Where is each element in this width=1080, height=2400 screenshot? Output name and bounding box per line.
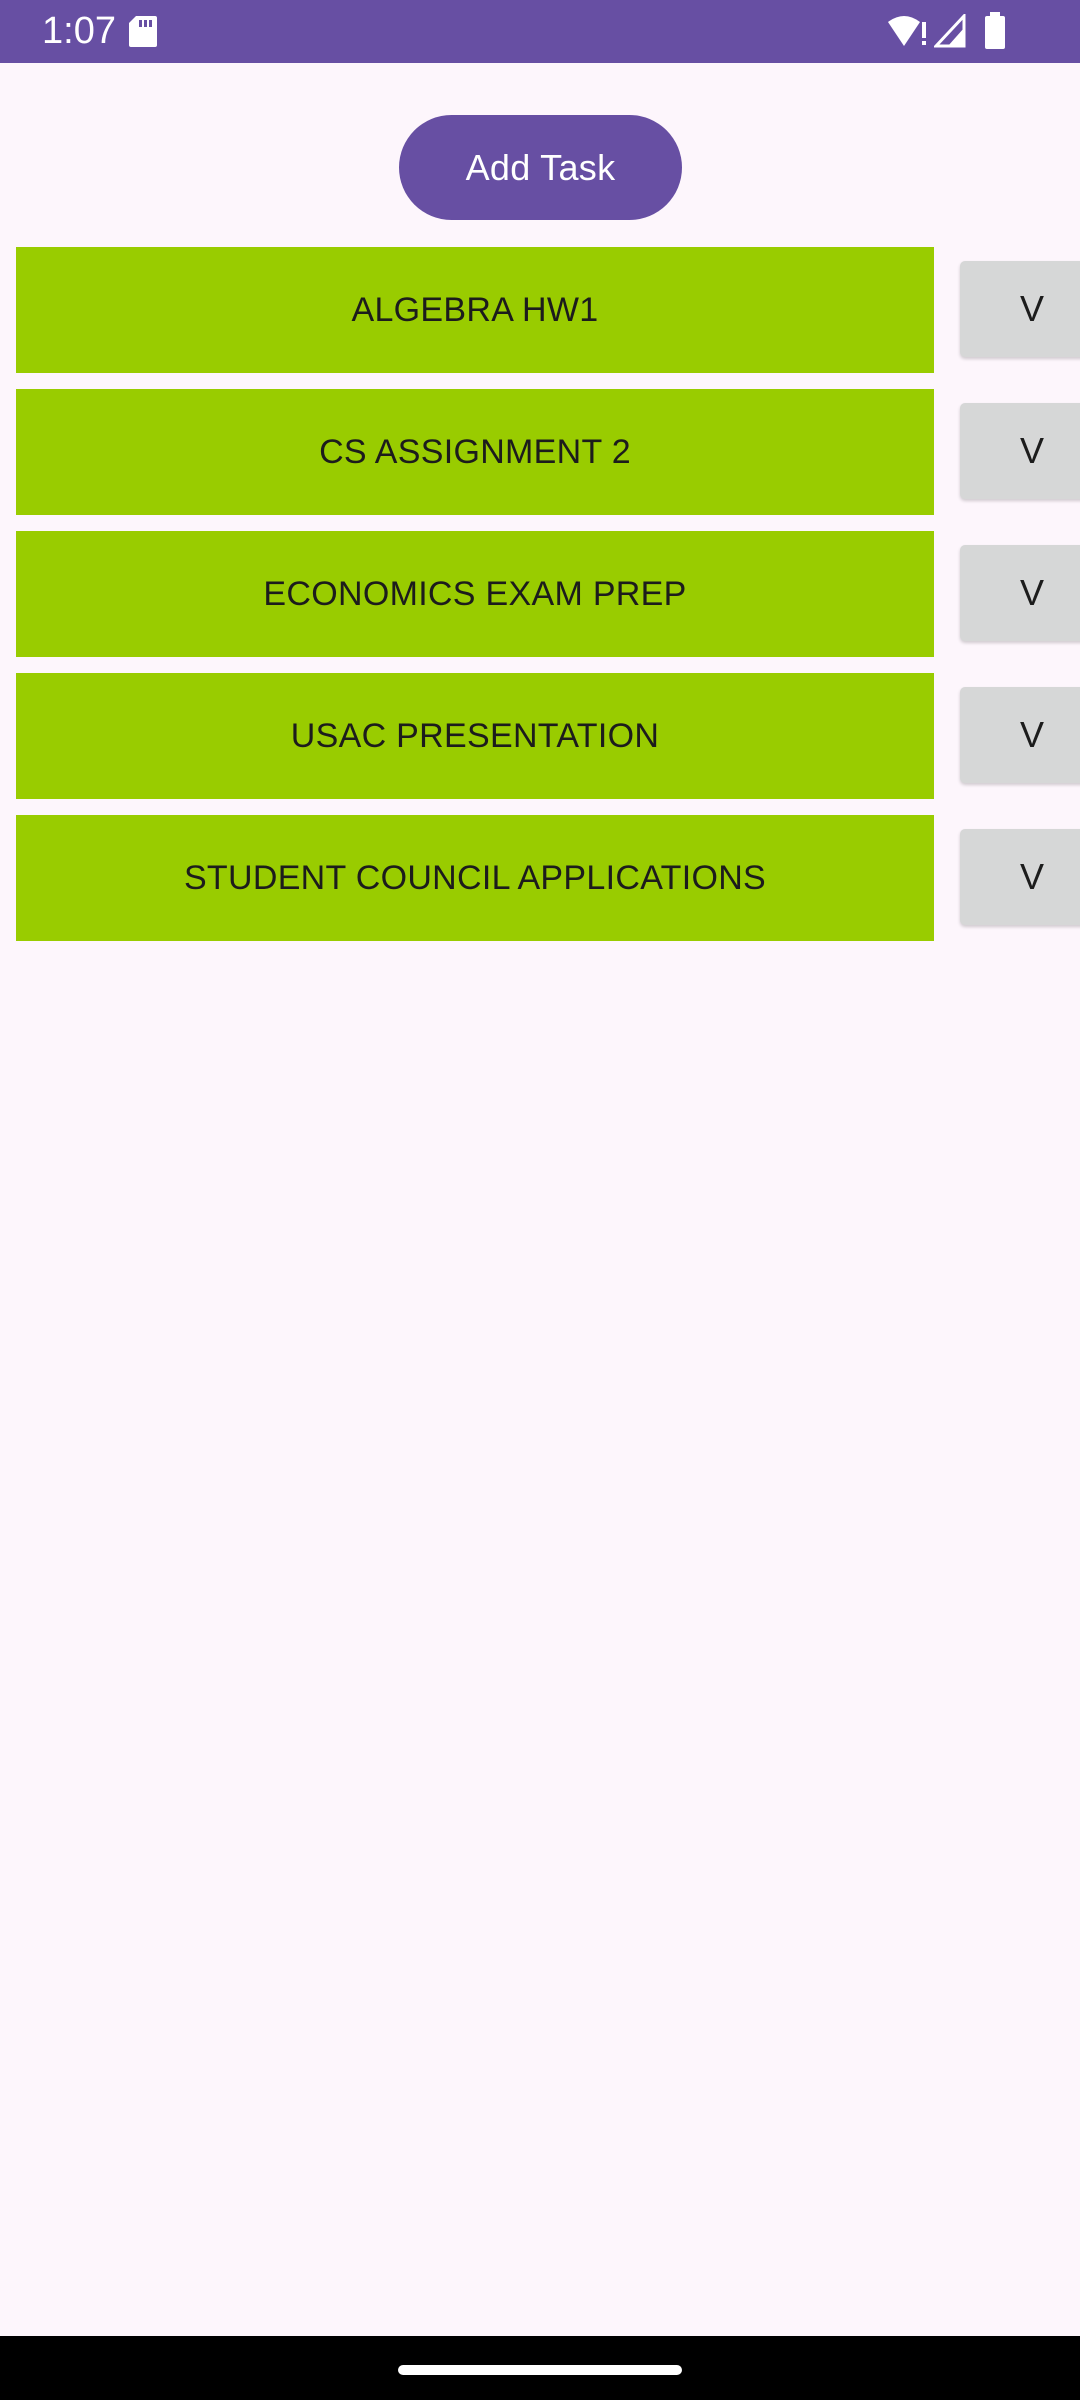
task-button-economics-exam-prep[interactable]: ECONOMICS EXAM PREP xyxy=(16,531,934,657)
signal-icon xyxy=(932,12,966,48)
status-bar: 1:07 xyxy=(0,0,1080,63)
wifi-icon xyxy=(886,14,928,48)
task-row: CS ASSIGNMENT 2 V xyxy=(0,389,1080,515)
battery-icon xyxy=(984,12,1006,50)
task-row: ALGEBRA HW1 V xyxy=(0,247,1080,373)
sd-card-icon xyxy=(128,15,158,48)
complete-button[interactable]: V xyxy=(960,403,1080,499)
complete-button[interactable]: V xyxy=(960,261,1080,357)
complete-button[interactable]: V xyxy=(960,545,1080,641)
task-button-student-council-applications[interactable]: STUDENT COUNCIL APPLICATIONS xyxy=(16,815,934,941)
home-gesture-handle[interactable] xyxy=(398,2365,682,2375)
task-row: USAC PRESENTATION V xyxy=(0,673,1080,799)
complete-button[interactable]: V xyxy=(960,687,1080,783)
complete-button[interactable]: V xyxy=(960,829,1080,925)
task-button-cs-assignment-2[interactable]: CS ASSIGNMENT 2 xyxy=(16,389,934,515)
add-task-button[interactable]: Add Task xyxy=(399,115,682,220)
task-button-usac-presentation[interactable]: USAC PRESENTATION xyxy=(16,673,934,799)
status-time: 1:07 xyxy=(42,10,116,52)
task-row: ECONOMICS EXAM PREP V xyxy=(0,531,1080,657)
task-button-algebra-hw1[interactable]: ALGEBRA HW1 xyxy=(16,247,934,373)
task-row: STUDENT COUNCIL APPLICATIONS V xyxy=(0,815,1080,941)
